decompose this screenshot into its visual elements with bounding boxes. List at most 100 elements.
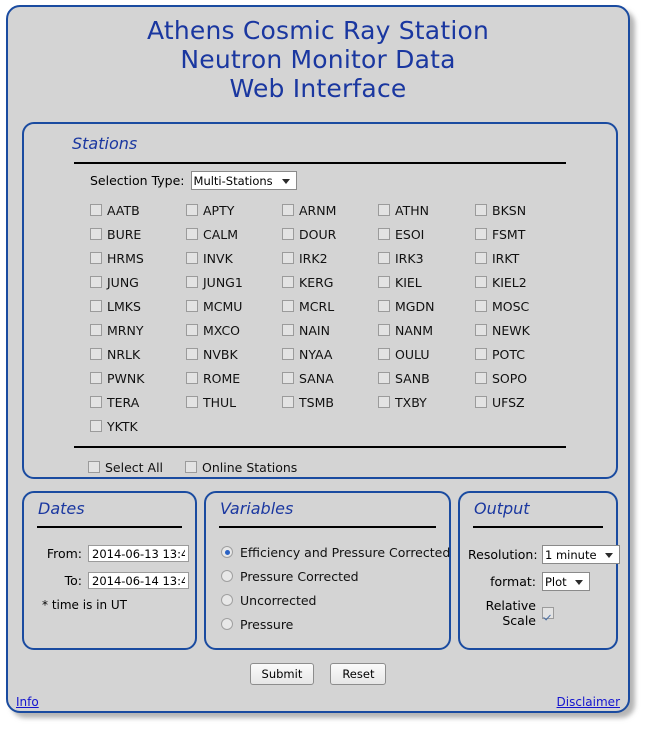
station-checkbox-mosc[interactable]: MOSC <box>475 294 571 318</box>
station-checkbox-rome[interactable]: ROME <box>186 366 282 390</box>
resolution-select[interactable]: 1 minute <box>542 545 620 564</box>
variable-option-3[interactable]: Pressure <box>221 612 450 636</box>
checkbox-icon[interactable] <box>282 396 294 408</box>
checkbox-icon[interactable] <box>475 252 487 264</box>
station-checkbox-arnm[interactable]: ARNM <box>282 198 378 222</box>
checkbox-icon[interactable] <box>186 372 198 384</box>
radio-icon[interactable] <box>221 594 233 606</box>
checkbox-icon[interactable] <box>475 372 487 384</box>
checkbox-icon[interactable] <box>282 276 294 288</box>
station-checkbox-fsmt[interactable]: FSMT <box>475 222 571 246</box>
resolution-select-wrapper[interactable]: 1 minute <box>542 545 620 564</box>
checkbox-icon[interactable] <box>186 276 198 288</box>
station-checkbox-mcrl[interactable]: MCRL <box>282 294 378 318</box>
checkbox-icon[interactable] <box>378 228 390 240</box>
radio-icon[interactable] <box>221 618 233 630</box>
station-checkbox-bksn[interactable]: BKSN <box>475 198 571 222</box>
station-checkbox-kiel2[interactable]: KIEL2 <box>475 270 571 294</box>
station-checkbox-kiel[interactable]: KIEL <box>378 270 475 294</box>
checkbox-icon[interactable] <box>90 204 102 216</box>
checkbox-icon[interactable] <box>475 228 487 240</box>
station-checkbox-lmks[interactable]: LMKS <box>90 294 186 318</box>
station-checkbox-nain[interactable]: NAIN <box>282 318 378 342</box>
checkbox-icon[interactable] <box>186 204 198 216</box>
station-checkbox-thul[interactable]: THUL <box>186 390 282 414</box>
relative-scale-checkbox[interactable] <box>542 607 554 619</box>
station-checkbox-dour[interactable]: DOUR <box>282 222 378 246</box>
checkbox-icon[interactable] <box>90 420 102 432</box>
checkbox-icon[interactable] <box>282 252 294 264</box>
station-checkbox-oulu[interactable]: OULU <box>378 342 475 366</box>
checkbox-icon[interactable] <box>90 276 102 288</box>
station-checkbox-athn[interactable]: ATHN <box>378 198 475 222</box>
checkbox-icon[interactable] <box>378 204 390 216</box>
checkbox-icon[interactable] <box>282 348 294 360</box>
station-checkbox-sopo[interactable]: SOPO <box>475 366 571 390</box>
station-checkbox-jung[interactable]: JUNG <box>90 270 186 294</box>
station-checkbox-potc[interactable]: POTC <box>475 342 571 366</box>
format-select[interactable]: Plot <box>542 572 590 591</box>
checkbox-icon[interactable] <box>378 252 390 264</box>
station-checkbox-pwnk[interactable]: PWNK <box>90 366 186 390</box>
checkbox-icon[interactable] <box>90 372 102 384</box>
variable-option-2[interactable]: Uncorrected <box>221 588 450 612</box>
checkbox-icon[interactable] <box>282 204 294 216</box>
station-checkbox-aatb[interactable]: AATB <box>90 198 186 222</box>
station-checkbox-irk3[interactable]: IRK3 <box>378 246 475 270</box>
station-checkbox-nrlk[interactable]: NRLK <box>90 342 186 366</box>
checkbox-icon[interactable] <box>90 324 102 336</box>
info-link[interactable]: Info <box>16 695 39 709</box>
checkbox-icon[interactable] <box>186 228 198 240</box>
online-stations-checkbox[interactable]: Online Stations <box>185 455 297 479</box>
station-checkbox-newk[interactable]: NEWK <box>475 318 571 342</box>
checkbox-icon[interactable] <box>90 348 102 360</box>
checkbox-icon[interactable] <box>378 396 390 408</box>
station-checkbox-sanb[interactable]: SANB <box>378 366 475 390</box>
checkbox-icon[interactable] <box>475 348 487 360</box>
station-checkbox-nanm[interactable]: NANM <box>378 318 475 342</box>
format-select-wrapper[interactable]: Plot <box>542 572 590 591</box>
checkbox-icon[interactable] <box>475 300 487 312</box>
station-checkbox-txby[interactable]: TXBY <box>378 390 475 414</box>
station-checkbox-nvbk[interactable]: NVBK <box>186 342 282 366</box>
reset-button[interactable]: Reset <box>330 663 387 685</box>
station-checkbox-kerg[interactable]: KERG <box>282 270 378 294</box>
checkbox-icon[interactable] <box>186 396 198 408</box>
selection-type-select[interactable]: Multi-Stations <box>190 171 297 190</box>
checkbox-icon[interactable] <box>378 300 390 312</box>
checkbox-icon[interactable] <box>90 396 102 408</box>
station-checkbox-tsmb[interactable]: TSMB <box>282 390 378 414</box>
checkbox-icon[interactable] <box>378 348 390 360</box>
variable-option-0[interactable]: Efficiency and Pressure Corrected <box>221 540 450 564</box>
station-checkbox-irk2[interactable]: IRK2 <box>282 246 378 270</box>
station-checkbox-irkt[interactable]: IRKT <box>475 246 571 270</box>
selection-type-select-wrapper[interactable]: Multi-Stations <box>190 171 297 190</box>
checkbox-icon[interactable] <box>90 228 102 240</box>
checkbox-icon[interactable] <box>282 324 294 336</box>
disclaimer-link[interactable]: Disclaimer <box>557 695 620 709</box>
station-checkbox-jung1[interactable]: JUNG1 <box>186 270 282 294</box>
date-from-input[interactable] <box>88 545 189 562</box>
station-checkbox-mxco[interactable]: MXCO <box>186 318 282 342</box>
checkbox-icon[interactable] <box>475 324 487 336</box>
submit-button[interactable]: Submit <box>249 663 315 685</box>
station-checkbox-mcmu[interactable]: MCMU <box>186 294 282 318</box>
station-checkbox-apty[interactable]: APTY <box>186 198 282 222</box>
station-checkbox-sana[interactable]: SANA <box>282 366 378 390</box>
checkbox-icon[interactable] <box>90 300 102 312</box>
station-checkbox-bure[interactable]: BURE <box>90 222 186 246</box>
date-to-input[interactable] <box>88 572 189 589</box>
checkbox-icon[interactable] <box>282 228 294 240</box>
radio-icon[interactable] <box>221 546 233 558</box>
station-checkbox-hrms[interactable]: HRMS <box>90 246 186 270</box>
checkbox-icon[interactable] <box>475 396 487 408</box>
checkbox-icon[interactable] <box>186 348 198 360</box>
checkbox-icon[interactable] <box>186 252 198 264</box>
station-checkbox-mrny[interactable]: MRNY <box>90 318 186 342</box>
select-all-checkbox[interactable]: Select All <box>88 455 163 479</box>
radio-icon[interactable] <box>221 570 233 582</box>
station-checkbox-calm[interactable]: CALM <box>186 222 282 246</box>
station-checkbox-nyaa[interactable]: NYAA <box>282 342 378 366</box>
station-checkbox-yktk[interactable]: YKTK <box>90 414 186 438</box>
checkbox-icon[interactable] <box>378 276 390 288</box>
